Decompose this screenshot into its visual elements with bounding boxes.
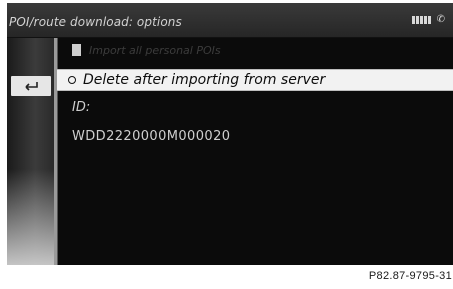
menu-item-delete-after-import[interactable]: Delete after importing from server bbox=[57, 69, 453, 91]
header-bar: POI/route download: options ✆ bbox=[7, 3, 453, 38]
vehicle-id-value: WDD2220000M000020 bbox=[72, 129, 231, 144]
menu-item-label: Import all personal POIs bbox=[89, 44, 221, 57]
figure-reference: P82.87-9795-31 bbox=[368, 270, 452, 282]
phone-icon: ✆ bbox=[436, 14, 445, 25]
sidebar-gradient bbox=[7, 169, 54, 265]
page-title: POI/route download: options bbox=[9, 15, 182, 29]
back-arrow-icon bbox=[25, 82, 38, 91]
display-screen: POI/route download: options ✆ Import all… bbox=[7, 3, 453, 265]
document-icon bbox=[72, 44, 81, 56]
vehicle-id-label: ID: bbox=[72, 100, 91, 115]
sidebar bbox=[7, 38, 54, 265]
signal-strength-icon bbox=[411, 16, 431, 24]
menu-item-label: Delete after importing from server bbox=[83, 72, 326, 88]
status-area: ✆ bbox=[411, 14, 445, 25]
menu-content: Import all personal POIs Delete after im… bbox=[57, 38, 453, 265]
back-button[interactable] bbox=[11, 76, 51, 96]
radio-button[interactable] bbox=[68, 76, 76, 84]
menu-item-import-pois[interactable]: Import all personal POIs bbox=[57, 42, 453, 60]
